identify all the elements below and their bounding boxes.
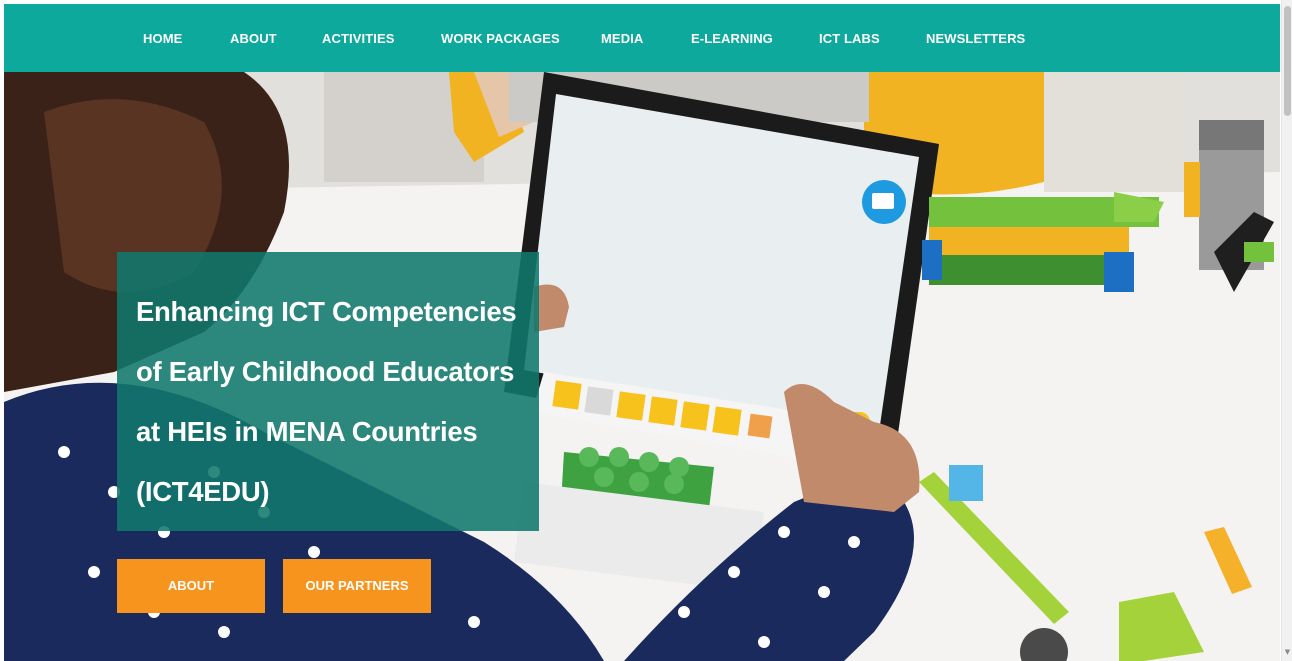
hero-title-line-1: Enhancing ICT Competencies: [136, 296, 517, 327]
nav-item-e-learning[interactable]: E-LEARNING: [691, 4, 773, 72]
nav-item-home[interactable]: HOME: [143, 4, 182, 72]
nav-item-media[interactable]: MEDIA: [601, 4, 643, 72]
nav-item-ict-labs[interactable]: ICT LABS: [819, 4, 880, 72]
hero-title-line-3: at HEIs in MENA Countries: [136, 416, 478, 447]
scroll-down-arrow-icon[interactable]: ▼: [1283, 648, 1292, 657]
main-navigation: HOME ABOUT ACTIVITIES WORK PACKAGES MEDI…: [4, 4, 1280, 72]
hero-title-line-2: of Early Childhood Educators: [136, 356, 515, 387]
nav-item-work-packages[interactable]: WORK PACKAGES: [441, 4, 560, 72]
nav-item-newsletters[interactable]: NEWSLETTERS: [926, 4, 1025, 72]
hero-title-line-4: (ICT4EDU): [136, 476, 270, 507]
hero-title-box: Enhancing ICT Competencies of Early Chil…: [117, 252, 539, 531]
about-button[interactable]: ABOUT: [117, 559, 265, 613]
hero-banner: Enhancing ICT Competencies of Early Chil…: [4, 72, 1280, 661]
our-partners-button[interactable]: OUR PARTNERS: [283, 559, 431, 613]
nav-item-activities[interactable]: ACTIVITIES: [322, 4, 395, 72]
page-scrollbar[interactable]: ▼: [1281, 0, 1292, 661]
scrollbar-thumb[interactable]: [1284, 6, 1291, 116]
nav-item-about[interactable]: ABOUT: [230, 4, 277, 72]
